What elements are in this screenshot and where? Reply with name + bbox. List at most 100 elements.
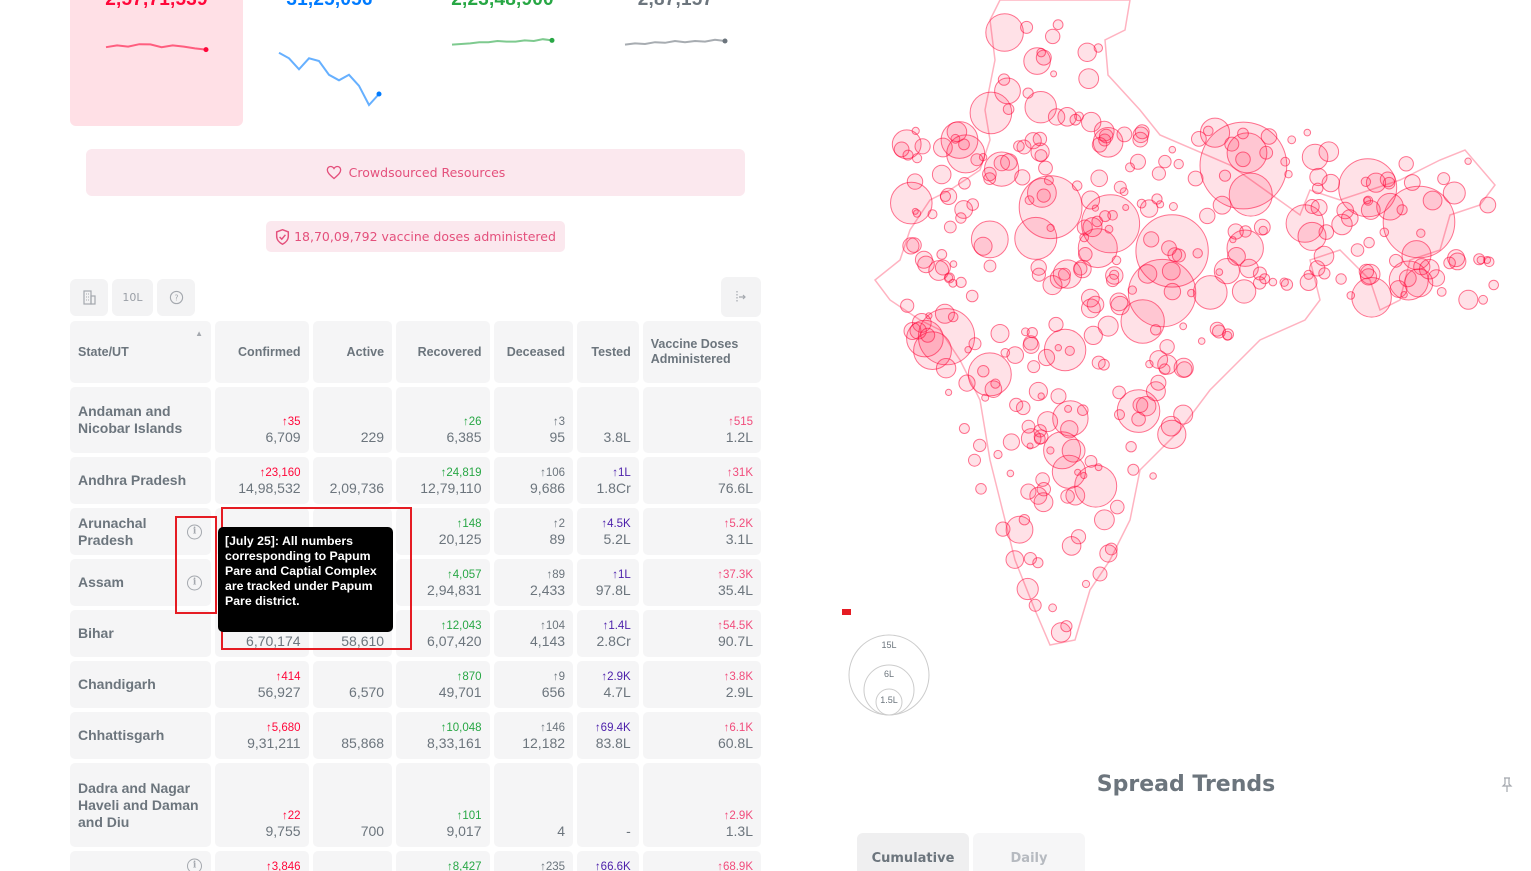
vaccine-cell-total: 1.2L <box>725 429 753 445</box>
deceased-cell-total: 89 <box>549 531 566 547</box>
info-icon[interactable]: i <box>187 524 203 539</box>
deceased-cell: ↑146 12,182 <box>493 712 574 759</box>
expand-table-button[interactable] <box>721 277 761 317</box>
district-bubble <box>1479 196 1497 214</box>
state-name: Arunachal Pradesh <box>78 514 147 548</box>
header-confirmed[interactable]: Confirmed <box>215 321 309 383</box>
deceased-trend-line <box>624 38 726 46</box>
active-cell: 2,09,736 <box>312 457 393 504</box>
district-bubble <box>933 137 953 158</box>
district-bubble <box>993 449 1003 460</box>
header-state[interactable]: State/UT ▲ <box>70 321 212 383</box>
recovered-cell-delta: ↑24,819 <box>440 467 482 479</box>
level-deceased[interactable]: 2,87,157 <box>589 0 762 126</box>
tab-daily[interactable]: Daily <box>973 833 1085 871</box>
district-bubble <box>984 380 1003 399</box>
vaccine-cell-delta: ↑37.3K <box>717 569 753 581</box>
table-row[interactable]: Assam i ↑4,057 2,94,831 ↑89 2,433 ↑1L 97.8L ↑37.… <box>70 559 761 606</box>
table-row[interactable]: Bihar 6,70,174 58,610 ↑12,043 6,07,420 ↑104 4,… <box>70 610 761 657</box>
active-sparkline <box>278 51 382 107</box>
active-cell-total: 6,570 <box>349 684 385 700</box>
tested-cell-delta: ↑69.4K <box>594 722 631 734</box>
table-row[interactable]: Chhattisgarh ↑5,680 9,31,211 85,868 ↑10,048 8… <box>70 712 761 759</box>
district-bubble <box>936 249 948 260</box>
legend-label-small: 1.5L <box>880 695 898 705</box>
table-row[interactable]: Andhra Pradesh ↑23,160 14,98,532 2,09,736 ↑2… <box>70 457 761 504</box>
table-row[interactable]: Andaman and Nicobar Islands ↑35 6,709 229 ↑2… <box>70 387 761 453</box>
district-bubble <box>1005 550 1025 569</box>
table-row[interactable]: Arunachal Pradeshi↑337↑14820,125↑289↑4.5… <box>70 508 761 555</box>
table-row[interactable]: Chandigarh ↑414 56,927 6,570 ↑870 49,701 ↑9 656… <box>70 661 761 708</box>
district-bubble <box>1304 199 1320 214</box>
legend-label-large: 15L <box>881 640 896 650</box>
recovered-cell: ↑870 49,701 <box>396 661 490 708</box>
district-bubble <box>968 453 981 467</box>
district-bubble <box>1005 515 1034 544</box>
state-name: Bihar <box>78 625 114 641</box>
district-bubble <box>1013 140 1025 152</box>
district-bubble <box>1303 269 1314 280</box>
state-cell: Bihar <box>70 610 212 657</box>
crowdsourced-resources-button[interactable]: Crowdsourced Resources <box>86 149 745 196</box>
level-active[interactable]: 31,25,056 <box>243 0 416 126</box>
district-bubble <box>1050 622 1072 643</box>
district-bubble <box>1483 256 1492 264</box>
vaccine-cell: ↑54.5K 90.7L <box>642 610 761 657</box>
recovered-cell: ↑101 9,017 <box>396 763 490 847</box>
active-cell-total: 700 <box>360 823 385 839</box>
deceased-cell: ↑9 656 <box>493 661 574 708</box>
district-bubble <box>1006 346 1024 364</box>
abbreviate-numbers-button[interactable]: 10L <box>112 279 153 316</box>
recovered-cell: ↑8,427 <box>396 851 490 871</box>
tested-cell: - <box>577 763 639 847</box>
pin-icon[interactable] <box>1501 777 1513 793</box>
header-recovered[interactable]: Recovered <box>396 321 490 383</box>
header-tested[interactable]: Tested <box>577 321 639 383</box>
header-active[interactable]: Active <box>312 321 393 383</box>
deceased-cell-total: 9,686 <box>530 480 566 496</box>
district-bubble <box>1006 469 1015 478</box>
vaccine-cell-delta: ↑31K <box>726 467 753 479</box>
header-vaccine-doses[interactable]: Vaccine Doses Administered <box>642 321 761 383</box>
confirmed-cell: ↑22 9,755 <box>215 763 309 847</box>
info-icon[interactable]: i <box>187 858 203 871</box>
district-bubble <box>1237 127 1249 140</box>
recovered-trend-dot <box>549 37 555 43</box>
district-bubble <box>946 134 986 174</box>
sort-icon[interactable]: ▲ <box>195 326 203 341</box>
level-confirmed[interactable]: 2,57,71,539 <box>70 0 243 126</box>
tested-cell: ↑4.5K 5.2L <box>577 508 639 555</box>
district-bubble <box>1158 154 1172 169</box>
deceased-trend-dot <box>722 38 728 44</box>
recovered-cell-delta: ↑101 <box>456 810 482 822</box>
info-icon[interactable]: i <box>187 575 203 590</box>
india-bubble-map[interactable] <box>840 0 1531 720</box>
district-bubble <box>1436 287 1447 297</box>
district-bubble <box>1176 361 1193 378</box>
district-bubble <box>1016 577 1039 601</box>
district-bubble <box>1157 419 1187 449</box>
vaccine-cell-total: 90.7L <box>717 633 753 649</box>
header-deceased[interactable]: Deceased <box>493 321 574 383</box>
district-bubble <box>1488 279 1500 291</box>
states-table: State/UT ▲ Confirmed Active Recovered Dec… <box>70 321 761 871</box>
crowdsourced-label: Crowdsourced Resources <box>348 165 506 180</box>
vaccine-cell-total: 3.1L <box>725 531 753 547</box>
district-bubble <box>1478 294 1488 305</box>
recovered-cell: ↑24,819 12,79,110 <box>396 457 490 504</box>
district-bubble <box>900 298 915 313</box>
district-bubble <box>1031 267 1046 282</box>
tab-cumulative[interactable]: Cumulative <box>857 833 969 871</box>
table-row[interactable]: Dadra and Nagar Haveli and Daman and Diu… <box>70 763 761 847</box>
district-bubble <box>968 337 982 351</box>
confirmed-trend-dot <box>203 47 209 53</box>
level-recovered[interactable]: 2,23,48,900 <box>416 0 589 126</box>
help-button[interactable]: ? <box>157 279 195 316</box>
district-toggle-button[interactable] <box>70 279 108 316</box>
district-bubble <box>1098 358 1110 371</box>
district-bubble <box>1448 252 1467 271</box>
district-bubble <box>1064 404 1073 413</box>
district-bubble <box>1389 253 1403 268</box>
table-row[interactable]: i ↑3,846 ↑8,427 ↑235 ↑66.6K ↑68.9K <box>70 851 761 871</box>
active-cell: 700 <box>312 763 393 847</box>
